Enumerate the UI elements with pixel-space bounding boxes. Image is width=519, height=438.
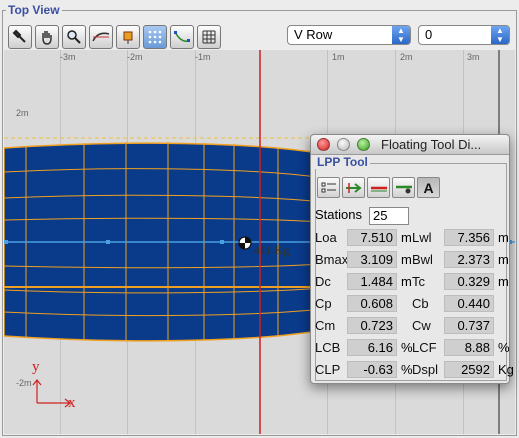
row-select[interactable]: V Row ▲ ▼ (287, 25, 411, 45)
row-unit: Kg (498, 362, 514, 377)
magnifier-icon[interactable] (62, 25, 86, 49)
text-a-icon[interactable]: A (417, 177, 440, 198)
row-unit: m (401, 230, 412, 245)
zoom-icon[interactable] (357, 138, 370, 151)
stations-input[interactable]: 25 (369, 207, 409, 225)
row-label: LCF (412, 340, 437, 355)
row-select-value: V Row (294, 27, 333, 42)
row-value: 0.440 (444, 295, 494, 312)
stations-row: Stations 25 (315, 207, 409, 225)
dialog-title: Floating Tool Di... (381, 137, 482, 152)
curve-nodes-icon[interactable] (170, 25, 194, 49)
hand-icon[interactable] (35, 25, 59, 49)
row-unit: m (401, 252, 412, 267)
arrow-right-icon[interactable] (342, 177, 365, 198)
close-icon[interactable] (317, 138, 330, 151)
row-label: Dspl (412, 362, 439, 377)
list-icon[interactable] (317, 177, 340, 198)
row-value: 7.356 (444, 229, 494, 246)
row-label: Bwl (412, 252, 433, 267)
row-unit: m (498, 252, 509, 267)
row-label: Bmax (315, 252, 349, 267)
index-select[interactable]: 0 ▲ ▼ (418, 25, 510, 45)
lpp-tool-title: LPP Tool (315, 155, 370, 169)
row-value: 0.329 (444, 273, 494, 290)
row-value: 3.109 (347, 251, 397, 268)
index-select-value: 0 (425, 27, 433, 42)
row-value: -0.63 (347, 361, 397, 378)
dialog-titlebar[interactable]: Floating Tool Di... (311, 135, 509, 155)
grid-dots-icon[interactable] (143, 25, 167, 49)
row-label: Loa (315, 230, 337, 245)
row-value: 6.16 (347, 339, 397, 356)
row-label: Cm (315, 318, 336, 333)
stations-label: Stations (315, 207, 362, 222)
lpp-toolbar: A (317, 177, 440, 198)
row-value: 0.723 (347, 317, 397, 334)
line-red-icon[interactable] (367, 177, 390, 198)
row-value: 0.608 (347, 295, 397, 312)
row-label: Cb (412, 296, 429, 311)
row-value: 2592 (444, 361, 494, 378)
row-value: 8.88 (444, 339, 494, 356)
view-toolbar (8, 25, 221, 49)
row-unit: m (401, 274, 412, 289)
row-label: CLP (315, 362, 341, 377)
row-value: 0.737 (444, 317, 494, 334)
curve-icon[interactable] (89, 25, 113, 49)
row-value: 2.373 (444, 251, 494, 268)
chevron-updown-icon: ▲ ▼ (491, 26, 509, 44)
row-unit: % (401, 362, 413, 377)
row-label: Lwl (412, 230, 432, 245)
row-value: 7.510 (347, 229, 397, 246)
floating-tool-dialog: Floating Tool Di... LPP Tool A Stations … (310, 134, 514, 384)
axis-y-label: y (32, 359, 40, 375)
row-label: LCB (315, 340, 341, 355)
minimize-icon[interactable] (337, 138, 350, 151)
row-unit: m (498, 230, 509, 245)
row-label: Cw (412, 318, 431, 333)
wrench-icon[interactable] (8, 25, 32, 49)
row-unit: m (498, 274, 509, 289)
axis-x-label: x (68, 395, 76, 411)
weight-label: 411 Kg (254, 243, 290, 257)
pin-icon[interactable] (116, 25, 140, 49)
row-unit: % (498, 340, 510, 355)
panel-title: Top View (6, 3, 62, 17)
row-unit: % (401, 340, 413, 355)
row-label: Dc (315, 274, 331, 289)
grid-icon[interactable] (197, 25, 221, 49)
row-label: Tc (412, 274, 425, 289)
row-value: 1.484 (347, 273, 397, 290)
line-green-icon[interactable] (392, 177, 415, 198)
chevron-updown-icon: ▲ ▼ (392, 26, 410, 44)
row-label: Cp (315, 296, 332, 311)
